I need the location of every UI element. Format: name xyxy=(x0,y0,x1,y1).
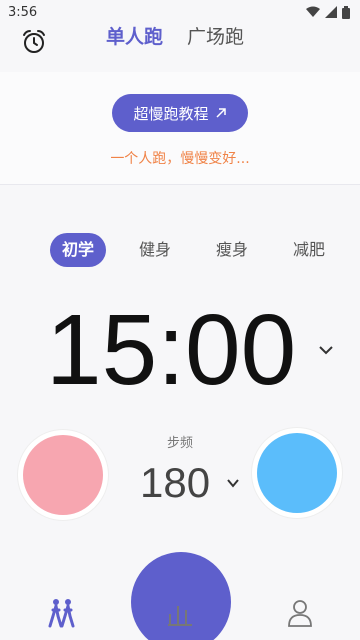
level-slimming[interactable]: 瘦身 xyxy=(204,233,260,267)
tab-square-run[interactable]: 广场跑 xyxy=(187,24,244,50)
level-weight-loss[interactable]: 减肥 xyxy=(281,233,337,267)
cadence-label: 步频 xyxy=(166,436,193,451)
stats-icon[interactable] xyxy=(166,598,194,628)
level-beginner[interactable]: 初学 xyxy=(50,233,107,267)
wifi-icon xyxy=(306,6,320,17)
runners-icon[interactable] xyxy=(48,598,76,628)
chevron-down-icon[interactable] xyxy=(226,476,240,490)
level-fitness[interactable]: 健身 xyxy=(127,233,183,267)
signal-icon xyxy=(325,6,337,18)
slogan: 一个人跑，慢慢变好... xyxy=(110,151,250,167)
status-time: 3:56 xyxy=(8,4,38,20)
tutorial-section: 超慢跑教程 一个人跑，慢慢变好... xyxy=(0,72,360,185)
chevron-down-icon[interactable] xyxy=(318,342,334,358)
profile-icon[interactable] xyxy=(286,598,314,628)
level-selector: 初学 健身 瘦身 减肥 xyxy=(50,233,337,267)
mode-tabs: 单人跑 广场跑 xyxy=(106,24,244,50)
status-icons xyxy=(306,5,350,19)
header: 单人跑 广场跑 xyxy=(0,24,360,72)
battery-icon xyxy=(342,5,350,19)
timer-display[interactable]: 15:00 xyxy=(46,280,296,420)
status-bar: 3:56 xyxy=(0,0,360,24)
external-arrow-icon xyxy=(215,108,226,118)
alarm-icon[interactable] xyxy=(20,28,48,56)
bottom-nav xyxy=(0,588,360,640)
tutorial-label: 超慢跑教程 xyxy=(133,104,209,123)
tab-solo-run[interactable]: 单人跑 xyxy=(106,24,163,50)
cadence-value[interactable]: 180 xyxy=(140,457,210,509)
tutorial-button[interactable]: 超慢跑教程 xyxy=(112,94,248,132)
